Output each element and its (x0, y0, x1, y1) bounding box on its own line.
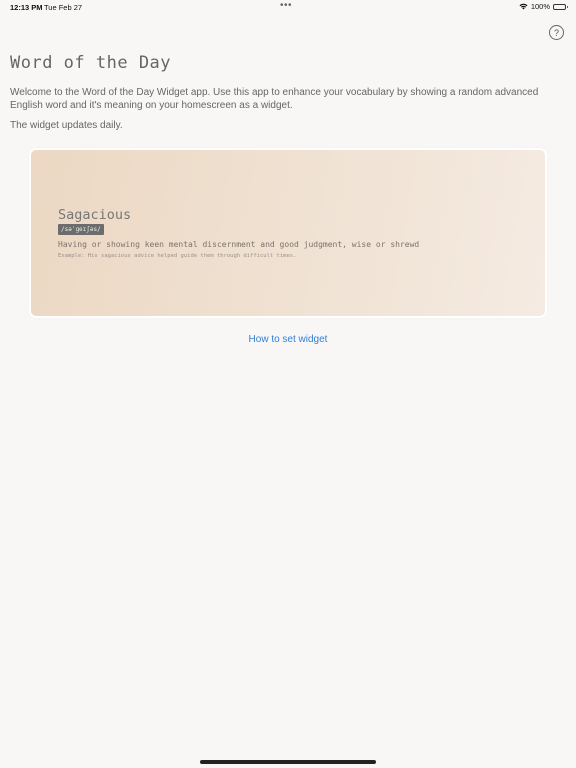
status-bar: 12:13 PM Tue Feb 27 ••• 100% (0, 0, 576, 14)
word-definition: Having or showing keen mental discernmen… (58, 240, 420, 249)
question-circle-icon: ? (553, 27, 559, 38)
status-indicators: 100% (519, 2, 568, 11)
status-time: 12:13 PM (10, 3, 43, 12)
intro-text: Welcome to the Word of the Day Widget ap… (10, 87, 539, 111)
widget-preview-card: Sagacious /səˈɡeɪʃəs/ Having or showing … (29, 148, 547, 318)
home-indicator[interactable] (200, 760, 376, 764)
word-example: Example: His sagacious advice helped gui… (58, 253, 297, 259)
how-to-set-widget-link[interactable]: How to set widget (0, 334, 576, 345)
battery-percent: 100% (530, 2, 550, 11)
word-title: Sagacious (58, 207, 132, 223)
status-date: Tue Feb 27 (44, 3, 83, 12)
phonetic-badge: /səˈɡeɪʃəs/ (58, 224, 104, 235)
help-button[interactable]: ? (549, 25, 564, 40)
update-note: The widget updates daily. (10, 120, 123, 131)
multitasking-dots-icon[interactable]: ••• (280, 0, 292, 11)
battery-icon (553, 3, 568, 10)
wifi-icon (519, 3, 528, 10)
page-title: Word of the Day (10, 53, 172, 73)
